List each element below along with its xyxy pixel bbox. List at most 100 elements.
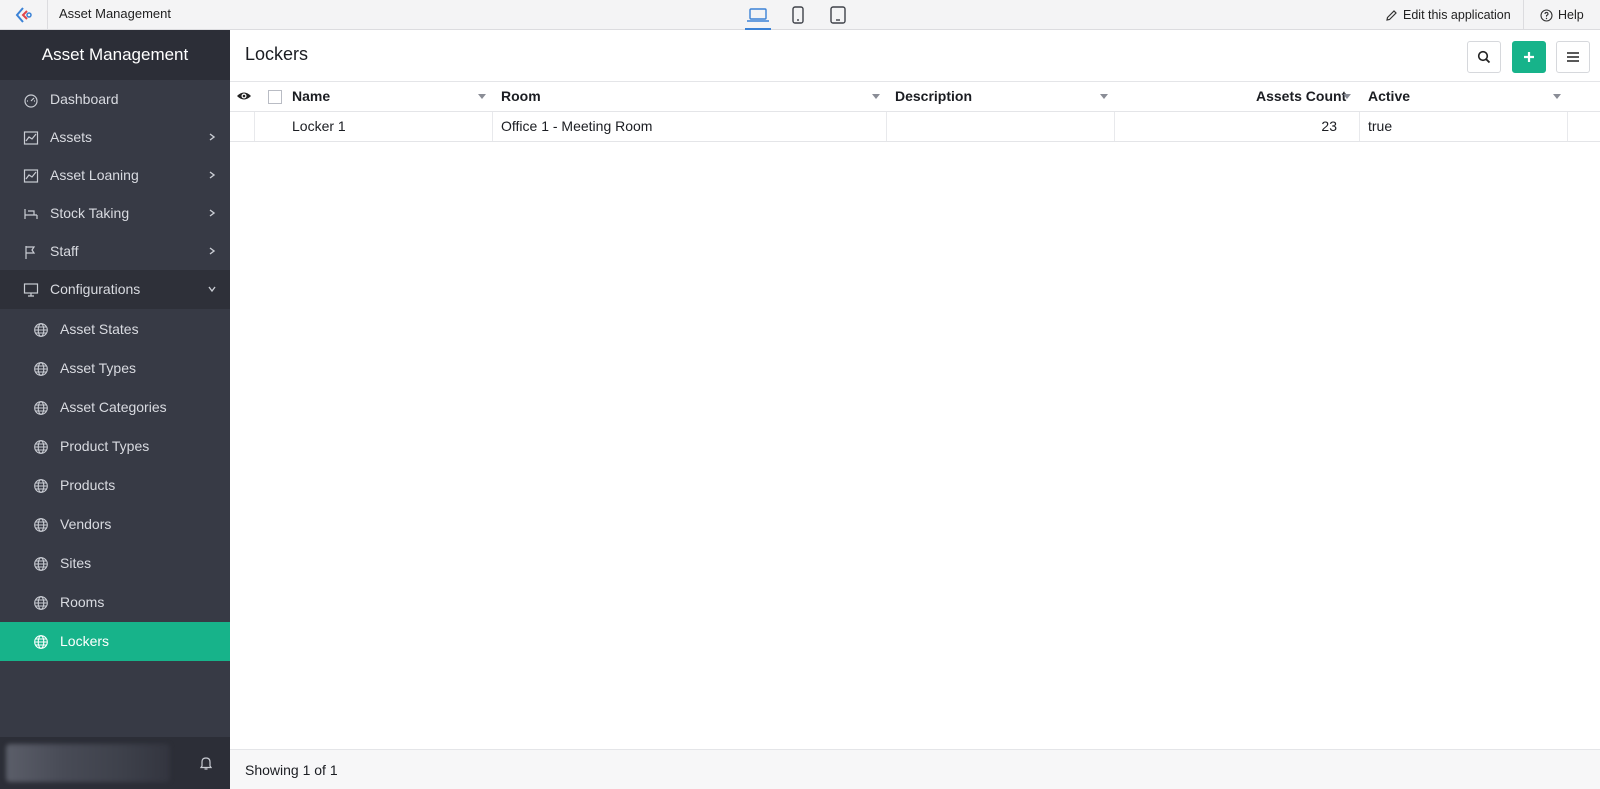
caret-down-icon[interactable] xyxy=(872,94,880,99)
sidebar-item-label: Lockers xyxy=(60,633,110,649)
chart-icon xyxy=(23,169,39,183)
column-header-description[interactable]: Description xyxy=(895,82,972,112)
app-title: Asset Management xyxy=(59,6,172,21)
sidebar-item-asset-types[interactable]: Asset Types xyxy=(0,349,230,388)
globe-icon xyxy=(34,518,48,532)
globe-icon xyxy=(34,323,48,337)
cell-name: Locker 1 xyxy=(292,118,346,134)
globe-icon xyxy=(34,479,48,493)
column-header-assets-count[interactable]: Assets Count xyxy=(1256,82,1346,112)
cell-divider xyxy=(1359,112,1360,141)
edit-application-link[interactable]: Edit this application xyxy=(1385,0,1511,30)
sidebar: Asset Management Dashboard Assets Asset … xyxy=(0,30,230,789)
sidebar-title: Asset Management xyxy=(0,30,230,80)
chart-icon xyxy=(23,131,39,145)
sidebar-item-asset-states[interactable]: Asset States xyxy=(0,310,230,349)
sidebar-footer xyxy=(0,737,230,789)
table-row[interactable]: Locker 1 Office 1 - Meeting Room 23 true xyxy=(230,112,1600,142)
laptop-preview-button[interactable] xyxy=(744,0,772,30)
record-count: Showing 1 of 1 xyxy=(245,762,338,778)
sidebar-item-staff[interactable]: Staff xyxy=(0,232,230,271)
sidebar-item-label: Asset Types xyxy=(60,360,137,376)
globe-icon xyxy=(34,596,48,610)
caret-down-icon[interactable] xyxy=(1100,94,1108,99)
desk-icon xyxy=(24,209,38,219)
sidebar-item-label: Rooms xyxy=(60,594,105,610)
sidebar-item-label: Sites xyxy=(60,555,92,571)
sidebar-item-products[interactable]: Products xyxy=(0,466,230,505)
cell-room: Office 1 - Meeting Room xyxy=(501,118,653,134)
table-header: Name Room Description Assets Count Activ… xyxy=(230,81,1600,112)
pencil-icon xyxy=(1386,9,1397,21)
help-link[interactable]: Help xyxy=(1540,0,1584,30)
top-bar: Asset Management Edit this application H… xyxy=(0,0,1600,30)
globe-icon xyxy=(34,635,48,649)
sidebar-item-product-types[interactable]: Product Types xyxy=(0,427,230,466)
sidebar-item-label: Product Types xyxy=(60,438,150,454)
menu-button[interactable] xyxy=(1556,41,1590,73)
add-record-button[interactable] xyxy=(1512,41,1546,73)
topbar-divider xyxy=(1523,0,1524,30)
cell-assets-count: 23 xyxy=(1321,118,1337,134)
tablet-preview-button[interactable] xyxy=(824,0,852,30)
sidebar-item-assets[interactable]: Assets xyxy=(0,118,230,157)
select-all-checkbox[interactable] xyxy=(268,90,282,104)
cell-divider xyxy=(1567,112,1568,141)
sidebar-item-label: Configurations xyxy=(50,281,141,297)
chevron-right-icon xyxy=(209,171,216,179)
caret-down-icon[interactable] xyxy=(1553,94,1561,99)
sidebar-item-label: Dashboard xyxy=(50,91,119,107)
cell-divider xyxy=(886,112,887,141)
sidebar-item-rooms[interactable]: Rooms xyxy=(0,583,230,622)
caret-down-icon[interactable] xyxy=(1343,94,1351,99)
globe-icon xyxy=(34,401,48,415)
caret-down-icon[interactable] xyxy=(478,94,486,99)
globe-icon xyxy=(34,557,48,571)
sidebar-item-dashboard[interactable]: Dashboard xyxy=(0,80,230,119)
sidebar-item-lockers[interactable]: Lockers xyxy=(0,622,230,661)
column-header-active[interactable]: Active xyxy=(1368,82,1410,112)
question-circle-icon xyxy=(1540,8,1553,22)
tablet-icon xyxy=(830,6,846,24)
sidebar-item-label: Stock Taking xyxy=(50,205,130,221)
sidebar-item-label: Asset Categories xyxy=(60,399,167,415)
column-header-name[interactable]: Name xyxy=(292,82,330,112)
sidebar-item-label: Asset States xyxy=(60,321,139,337)
logo-icon xyxy=(15,7,32,23)
main-content: Lockers Name Room Description Assets Cou… xyxy=(230,30,1600,789)
sidebar-item-asset-loaning[interactable]: Asset Loaning xyxy=(0,156,230,195)
eye-icon[interactable] xyxy=(236,90,252,102)
sidebar-item-label: Asset Loaning xyxy=(50,167,139,183)
chevron-right-icon xyxy=(209,209,216,217)
cell-divider xyxy=(492,112,493,141)
flag-icon xyxy=(25,246,36,259)
plus-icon xyxy=(1524,52,1534,62)
device-preview-group xyxy=(744,0,852,30)
page-title: Lockers xyxy=(245,44,309,64)
chevron-down-icon xyxy=(208,286,216,293)
app-logo[interactable] xyxy=(0,0,48,30)
mobile-icon xyxy=(792,6,804,24)
sidebar-item-label: Assets xyxy=(50,129,93,145)
chevron-right-icon xyxy=(209,247,216,255)
hamburger-menu-icon xyxy=(1567,52,1579,62)
dashboard-icon xyxy=(24,94,38,108)
monitor-icon xyxy=(23,283,39,297)
table-footer: Showing 1 of 1 xyxy=(230,749,1600,789)
sidebar-item-label: Staff xyxy=(50,243,79,259)
sidebar-item-vendors[interactable]: Vendors xyxy=(0,505,230,544)
cell-divider xyxy=(254,112,255,141)
user-profile[interactable] xyxy=(6,744,170,782)
bell-icon[interactable] xyxy=(198,755,214,771)
sidebar-item-asset-categories[interactable]: Asset Categories xyxy=(0,388,230,427)
sidebar-item-label: Products xyxy=(60,477,116,493)
search-icon xyxy=(1477,50,1491,64)
cell-active: true xyxy=(1368,118,1393,134)
sidebar-item-sites[interactable]: Sites xyxy=(0,544,230,583)
globe-icon xyxy=(34,440,48,454)
search-button[interactable] xyxy=(1467,41,1501,73)
mobile-preview-button[interactable] xyxy=(784,0,812,30)
sidebar-item-stock-taking[interactable]: Stock Taking xyxy=(0,194,230,233)
column-header-room[interactable]: Room xyxy=(501,82,541,112)
sidebar-item-configurations[interactable]: Configurations xyxy=(0,270,230,309)
